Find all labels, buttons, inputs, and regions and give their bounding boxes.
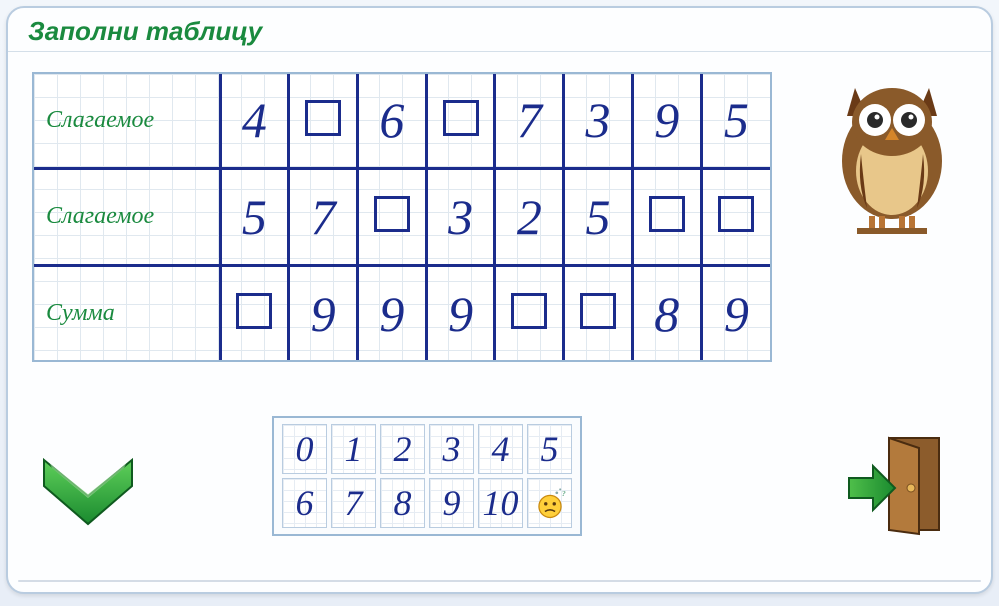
cell-blank[interactable] — [220, 266, 289, 360]
content-area: Слагаемое 4 6 7 3 9 5 Слагаемое 5 7 3 2 — [8, 52, 991, 572]
palette-row: 6 7 8 9 10 ? — [280, 478, 574, 528]
cell[interactable]: 5 — [701, 74, 770, 168]
cell[interactable]: 3 — [426, 168, 495, 265]
palette-digit-3[interactable]: 3 — [429, 424, 474, 474]
cell-blank[interactable] — [564, 266, 633, 360]
thinking-face-icon: ? — [533, 486, 567, 520]
math-table: Слагаемое 4 6 7 3 9 5 Слагаемое 5 7 3 2 — [34, 74, 770, 360]
cell-blank[interactable] — [632, 168, 701, 265]
row-label: Слагаемое — [34, 74, 220, 168]
row-label: Слагаемое — [34, 168, 220, 265]
palette-digit-1[interactable]: 1 — [331, 424, 376, 474]
cell[interactable]: 2 — [495, 168, 564, 265]
number-palette: 0 1 2 3 4 5 6 7 8 9 10 — [272, 416, 582, 536]
check-button[interactable] — [36, 452, 140, 528]
palette-digit-5[interactable]: 5 — [527, 424, 572, 474]
palette-digit-8[interactable]: 8 — [380, 478, 425, 528]
table-row-addend2: Слагаемое 5 7 3 2 5 — [34, 168, 770, 265]
app-panel: Заполни таблицу Слагаемое 4 6 7 3 9 5 Сл… — [6, 6, 993, 594]
door-exit-icon — [845, 432, 955, 538]
row-label: Сумма — [34, 266, 220, 360]
svg-text:?: ? — [561, 489, 565, 498]
cell-blank[interactable] — [426, 74, 495, 168]
palette-row: 0 1 2 3 4 5 — [280, 424, 574, 474]
cell[interactable]: 8 — [632, 266, 701, 360]
palette-digit-6[interactable]: 6 — [282, 478, 327, 528]
table-row-addend1: Слагаемое 4 6 7 3 9 5 — [34, 74, 770, 168]
cell[interactable]: 9 — [289, 266, 358, 360]
cell-blank[interactable] — [701, 168, 770, 265]
palette-digit-9[interactable]: 9 — [429, 478, 474, 528]
cell[interactable]: 5 — [220, 168, 289, 265]
title-bar: Заполни таблицу — [8, 8, 991, 52]
table-row-sum: Сумма 9 9 9 8 9 — [34, 266, 770, 360]
cell[interactable]: 4 — [220, 74, 289, 168]
cell-blank[interactable] — [289, 74, 358, 168]
palette-digit-2[interactable]: 2 — [380, 424, 425, 474]
bottom-divider — [18, 580, 981, 582]
palette-digit-4[interactable]: 4 — [478, 424, 523, 474]
cell[interactable]: 9 — [357, 266, 426, 360]
math-table-container: Слагаемое 4 6 7 3 9 5 Слагаемое 5 7 3 2 — [32, 72, 772, 362]
cell[interactable]: 6 — [357, 74, 426, 168]
cell-blank[interactable] — [495, 266, 564, 360]
page-title: Заполни таблицу — [28, 16, 262, 46]
check-chevron-icon — [36, 452, 140, 528]
cell[interactable]: 9 — [632, 74, 701, 168]
cell-blank[interactable] — [357, 168, 426, 265]
cell[interactable]: 9 — [701, 266, 770, 360]
palette-digit-0[interactable]: 0 — [282, 424, 327, 474]
owl-mascot-icon — [827, 76, 957, 236]
exit-button[interactable] — [845, 432, 955, 538]
palette-digit-10[interactable]: 10 — [478, 478, 523, 528]
cell[interactable]: 7 — [495, 74, 564, 168]
cell[interactable]: 3 — [564, 74, 633, 168]
cell[interactable]: 5 — [564, 168, 633, 265]
hint-button[interactable]: ? — [527, 478, 572, 528]
cell[interactable]: 7 — [289, 168, 358, 265]
palette-digit-7[interactable]: 7 — [331, 478, 376, 528]
cell[interactable]: 9 — [426, 266, 495, 360]
